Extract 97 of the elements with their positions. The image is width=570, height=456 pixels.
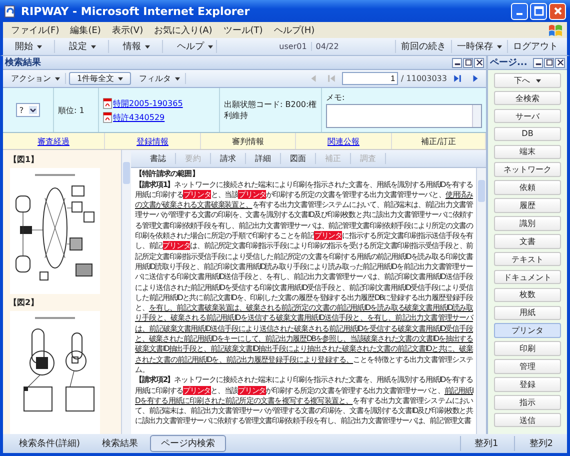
keyword-button[interactable]: 全検索 [494, 90, 561, 106]
document-tab[interactable]: 書誌 [141, 153, 176, 164]
document-tab[interactable]: 詳細 [246, 153, 281, 164]
next-icon[interactable] [471, 74, 480, 83]
memo-field[interactable] [326, 104, 482, 128]
document-tab[interactable]: 図面 [281, 153, 316, 164]
view-dropdown[interactable]: 1件毎全文 [69, 72, 131, 85]
keyword-button[interactable]: ネットワーク [494, 162, 561, 177]
keyword-button[interactable]: 依頼 [494, 180, 561, 195]
caret-icon [91, 44, 96, 49]
menu-item[interactable]: 編集(E) [70, 24, 101, 36]
caret-icon [37, 44, 42, 49]
keyword-button[interactable]: 指示 [494, 395, 561, 410]
bottom-tab[interactable]: 検索条件(詳細) [9, 436, 90, 451]
document-link[interactable]: 特開2005-190365 [113, 98, 183, 108]
panel-title: 検索結果 [5, 56, 41, 69]
caret-icon [536, 78, 541, 83]
toolbar-button[interactable]: ログアウト [507, 40, 564, 53]
date-label: 04/22 [310, 42, 343, 51]
menu-item[interactable]: ファイル(F) [11, 24, 60, 36]
caret-icon [145, 44, 150, 49]
close-icon [556, 59, 564, 66]
keyword-button[interactable]: ドキュメント [494, 270, 561, 284]
maximize-icon [464, 59, 472, 66]
sort-tab[interactable]: 整列2 [514, 436, 567, 451]
rank-label: 順位: 1 [58, 104, 84, 116]
menu-item[interactable]: ヘルプ(H) [274, 24, 315, 36]
minimize-button[interactable] [452, 58, 462, 68]
maximize-icon [534, 6, 544, 16]
info-label: 審判情報 [232, 136, 264, 146]
flag-icon [548, 24, 563, 36]
keyword-button[interactable]: 印刷 [494, 341, 561, 356]
menu-item[interactable]: ツール(T) [223, 24, 263, 36]
maximize-button[interactable] [544, 58, 554, 68]
minimize-icon [516, 13, 523, 15]
scrollbar[interactable] [121, 150, 131, 434]
toolbar-button[interactable]: 前回の続き [395, 40, 452, 53]
keyword-button[interactable]: 登録 [494, 377, 561, 392]
keyword-button[interactable]: プリンタ [494, 323, 561, 338]
status-text: 出願状態コード: B200:権利維持 [224, 99, 317, 121]
toolbar-button[interactable]: 一時保存 [451, 40, 508, 53]
sort-tab[interactable]: 整列1 [460, 436, 512, 451]
memo-label: メモ: [326, 92, 346, 103]
toolbar-menu[interactable]: 設定 [61, 40, 109, 53]
info-link[interactable]: 審査経過 [38, 136, 70, 146]
figure-label: 【図2】 [9, 297, 40, 308]
keyword-button[interactable]: 送信 [494, 412, 561, 428]
keyword-button[interactable]: 識別 [494, 216, 561, 231]
caret-icon [497, 44, 502, 49]
window-title: RIPWAY - Microsoft Internet Explorer [21, 4, 251, 18]
document-link[interactable]: 特許4340529 [113, 112, 165, 122]
page-total: / 11003033 [401, 74, 447, 83]
toolbar-menu[interactable]: 開始 [7, 40, 55, 53]
caret-icon [208, 44, 213, 49]
bottom-tab[interactable]: ページ内検索 [150, 435, 226, 452]
user-name: user01 [278, 42, 308, 51]
info-label: 補正/訂正 [421, 136, 456, 146]
keyword-button[interactable]: 文書 [494, 234, 561, 249]
rating-select[interactable]: ? [16, 103, 40, 117]
panel-title: ページ... [490, 57, 528, 69]
last-page-icon[interactable] [453, 74, 462, 83]
toolbar-menu[interactable]: 情報 [115, 40, 163, 53]
keyword-button[interactable]: 管理 [494, 359, 561, 374]
figure-label: 【図1】 [9, 154, 40, 165]
keyword-button[interactable]: 履歴 [494, 198, 561, 213]
keyword-button[interactable]: DB [494, 126, 561, 142]
keyword-button[interactable]: 端末 [494, 144, 561, 160]
action-dropdown[interactable]: アクション [6, 73, 66, 84]
caret-icon [118, 76, 124, 81]
keyword-button[interactable]: 用紙 [494, 306, 561, 320]
page-icon [4, 4, 17, 18]
close-button[interactable] [555, 58, 565, 68]
close-icon [476, 59, 482, 66]
maximize-button[interactable] [463, 58, 473, 68]
keyword-button[interactable]: 枚数 [494, 288, 561, 302]
pdf-icon [103, 98, 112, 108]
close-button[interactable] [474, 58, 484, 68]
page-field[interactable]: 1 [342, 72, 398, 85]
keyword-button[interactable]: サーバ [494, 108, 561, 124]
keyword-button[interactable]: テキスト [494, 252, 561, 266]
caret-icon [175, 76, 180, 81]
scrollbar[interactable] [476, 168, 486, 434]
maximize-icon [546, 59, 552, 66]
minimize-button[interactable] [533, 58, 543, 68]
document-tab[interactable]: 請求 [211, 153, 246, 164]
menu-item[interactable]: 表示(V) [112, 24, 144, 36]
pdf-icon [103, 112, 112, 122]
chevron-down-icon [28, 106, 37, 114]
menu-item[interactable]: お気に入り(A) [154, 24, 212, 36]
info-link[interactable]: 関連公報 [328, 136, 360, 146]
info-link[interactable]: 登録情報 [136, 136, 168, 146]
toolbar-menu[interactable]: ヘルプ [169, 40, 217, 53]
bottom-tab[interactable]: 検索結果 [92, 436, 148, 451]
caret-icon [55, 76, 60, 81]
filter-dropdown[interactable]: フィルタ [134, 73, 186, 84]
close-icon [552, 6, 562, 16]
keyword-button[interactable]: 下へ [494, 73, 561, 88]
